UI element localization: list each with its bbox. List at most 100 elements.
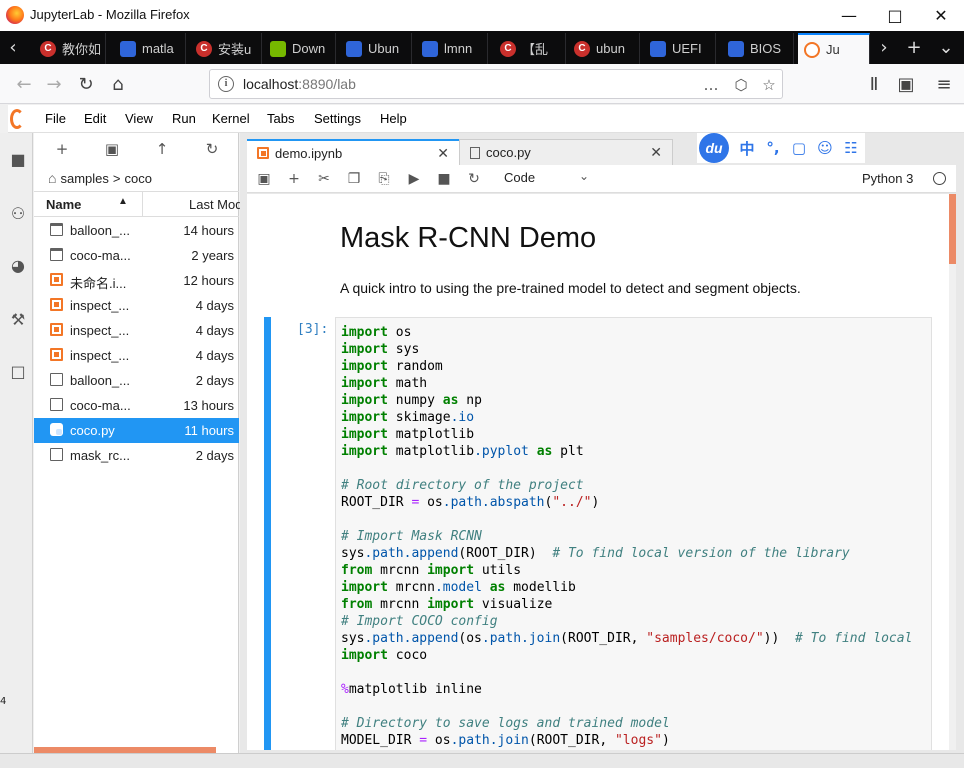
kernel-name[interactable]: Python 3 [862,171,913,186]
cell-collapser[interactable] [264,317,271,750]
browser-tab[interactable]: Down [264,33,336,64]
menu-file[interactable]: File [45,111,66,126]
maximize-button[interactable]: □ [872,0,918,31]
page-actions-icon[interactable]: … [700,74,722,96]
file-list-item[interactable]: inspect_... 4 days [34,343,239,368]
keyboard-icon[interactable]: ▢ [791,139,807,157]
breadcrumb-samples[interactable]: samples [60,171,108,186]
cut-icon[interactable]: ✂ [314,169,334,189]
browser-tab[interactable]: lmnn [416,33,488,64]
file-list-item[interactable]: inspect_... 4 days [34,293,239,318]
browser-tab[interactable]: Ju [798,33,870,64]
user-icon[interactable]: ☺ [817,139,833,157]
notebook-toolbar: ▣ + ✂ ❐ ⎘ ▶ ■ ↻ Code ⌄ Python 3 [247,165,956,193]
url-bar[interactable]: i localhost:8890/lab … ⬡ ☆ [209,69,783,99]
forward-button[interactable]: → [40,70,68,98]
browser-tab-label: matla [142,41,174,56]
back-button[interactable]: ← [10,70,38,98]
file-list-item[interactable]: mask_rc... 2 days [34,443,239,468]
menu-kernel[interactable]: Kernel [212,111,250,126]
sidebar-toggle-icon[interactable]: ▣ [892,70,920,98]
ime-language-toggle[interactable]: 中 [739,138,755,159]
hamburger-menu-icon[interactable]: ≡ [930,70,958,98]
notebook-icon [50,323,63,336]
tab-coco-py[interactable]: coco.py ✕ [459,139,673,165]
reload-button[interactable]: ↻ [72,70,100,98]
file-list-item[interactable]: coco-ma... 2 years [34,243,239,268]
folder-icon[interactable]: ■ [8,149,28,169]
notebook-scrollbar[interactable] [949,194,956,750]
site-info-icon[interactable]: i [218,76,234,92]
upload-icon[interactable]: ↑ [151,139,173,159]
home-folder-icon[interactable]: ⌂ [48,170,56,186]
menu-run[interactable]: Run [172,111,196,126]
wrench-icon[interactable]: ⚒ [8,309,28,329]
new-launcher-button[interactable]: + [51,139,73,159]
stop-icon[interactable]: ■ [434,169,454,189]
menu-help[interactable]: Help [380,111,407,126]
browser-tab[interactable]: C 教你如 [34,33,106,64]
copy-icon[interactable]: ❐ [344,169,364,189]
browser-tab[interactable]: C 安装u [190,33,262,64]
browser-tab[interactable]: Ubun [340,33,412,64]
ime-punctuation-toggle[interactable]: °, [765,139,781,157]
library-icon[interactable]: Ⅱ [860,70,888,98]
close-tab-icon[interactable]: ✕ [437,145,449,162]
save-icon[interactable]: ▣ [254,169,274,189]
restart-icon[interactable]: ↻ [464,169,484,189]
browser-tab[interactable]: C 【乱 [494,33,566,64]
browser-tab[interactable]: BIOS [722,33,794,64]
close-tab-icon[interactable]: ✕ [650,144,662,161]
browser-tab[interactable]: matla [114,33,186,64]
column-name-header[interactable]: Name [46,197,81,212]
chevron-down-icon[interactable]: ⌄ [579,169,589,183]
refresh-icon[interactable]: ↻ [201,139,223,159]
file-list-item[interactable]: coco.py 11 hours [34,418,239,443]
notebook-icon [257,147,269,159]
menu-edit[interactable]: Edit [84,111,106,126]
browser-tab[interactable]: UEFI [644,33,716,64]
notebook-scroll-thumb[interactable] [949,194,956,264]
code-cell-editor[interactable]: import os import sys import random import m… [335,317,932,750]
palette-icon[interactable]: ◕ [8,255,28,275]
breadcrumb-coco[interactable]: coco [124,171,151,186]
tabs-icon[interactable]: □ [8,361,28,381]
notebook-content[interactable]: Mask R-CNN Demo A quick intro to using t… [247,194,956,750]
file-list-item[interactable]: balloon_... 2 days [34,368,239,393]
url-text[interactable]: localhost:8890/lab [243,76,356,92]
menu-settings[interactable]: Settings [314,111,361,126]
file-modified: 2 years [191,248,234,263]
tab-demo-ipynb[interactable]: demo.ipynb ✕ [247,139,459,165]
close-window-button[interactable]: ✕ [918,0,964,31]
file-list-item[interactable]: balloon_... 14 hours [34,218,239,243]
bookmark-star-icon[interactable]: ☆ [758,74,780,96]
new-folder-icon[interactable]: ▣ [101,139,123,159]
cell-type-select[interactable]: Code [504,170,535,185]
file-list-item[interactable]: 未命名.i... 12 hours [34,268,239,293]
home-button[interactable]: ⌂ [104,70,132,98]
browser-tab[interactable]: Cubun [568,33,640,64]
menu-tabs[interactable]: Tabs [267,111,294,126]
code-text[interactable]: import os import sys import random import m… [341,324,912,749]
list-all-tabs-icon[interactable]: ⌄ [930,31,962,64]
menu-view[interactable]: View [125,111,153,126]
pocket-icon[interactable]: ⬡ [730,74,752,96]
insert-cell-icon[interactable]: + [284,169,304,189]
minimize-button[interactable]: — [826,0,872,31]
file-list-item[interactable]: coco-ma... 13 hours [34,393,239,418]
scroll-tabs-left-button[interactable]: ‹ [2,31,24,64]
baidu-ime-logo[interactable]: du [699,133,729,163]
run-icon[interactable]: ▶ [404,169,424,189]
browser-tab-label: lmnn [444,41,473,56]
grid-icon[interactable]: ☷ [843,139,859,157]
running-icon[interactable]: ⚇ [8,203,28,223]
baidu-favicon-icon [120,40,136,57]
file-list-item[interactable]: inspect_... 4 days [34,318,239,343]
edge-marker: 4 [0,696,7,707]
new-tab-button[interactable]: + [898,31,930,64]
file-icon [50,398,63,411]
folder-icon [50,248,63,261]
column-divider[interactable] [142,192,143,216]
scroll-tabs-right-button[interactable]: › [868,31,900,64]
paste-icon[interactable]: ⎘ [374,169,394,189]
